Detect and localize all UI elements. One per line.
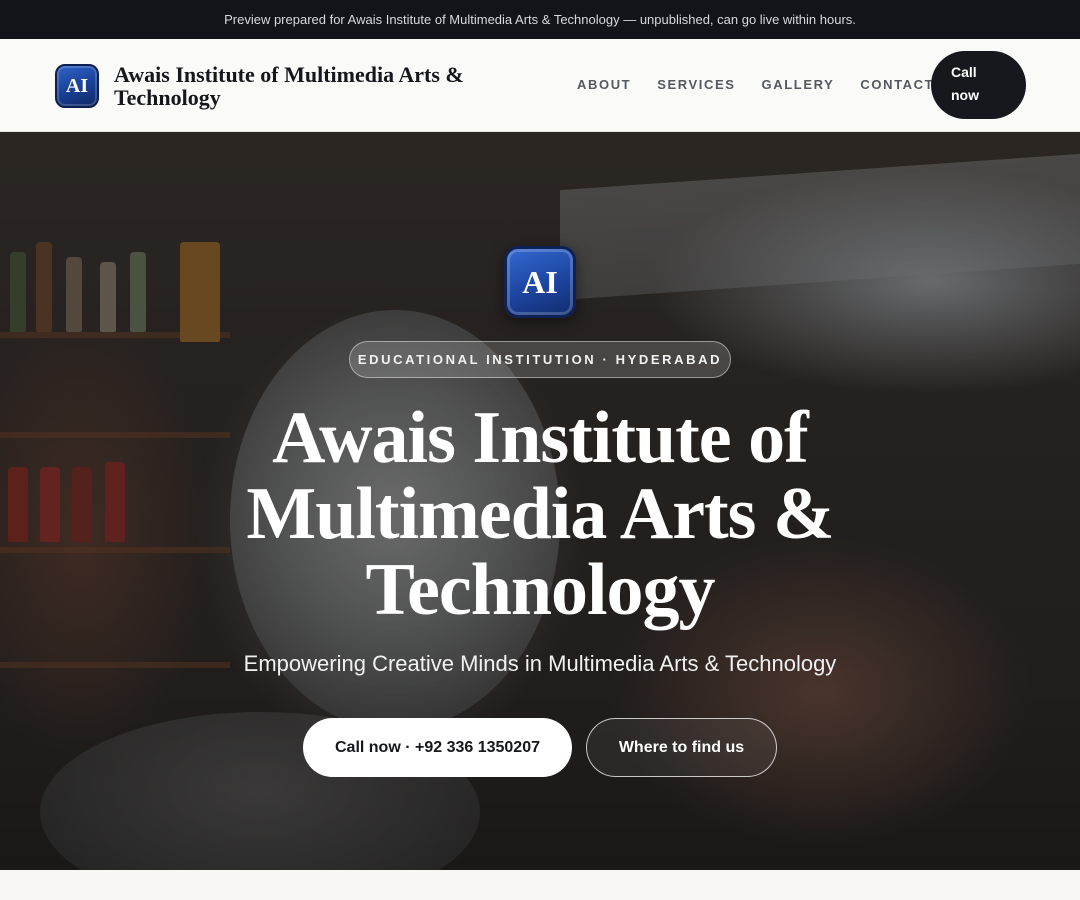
nav-link-services[interactable]: SERVICES <box>657 77 735 92</box>
next-section <box>0 870 1080 900</box>
nav-link-about[interactable]: ABOUT <box>577 77 631 92</box>
logo-icon: AI <box>55 64 99 108</box>
brand[interactable]: AI Awais Institute of Multimedia Arts & … <box>55 63 494 109</box>
preview-banner: Preview prepared for Awais Institute of … <box>0 0 1080 39</box>
hero-title: Awais Institute of Multimedia Arts & Tec… <box>246 397 834 631</box>
site-header: AI Awais Institute of Multimedia Arts & … <box>0 39 1080 132</box>
call-phone-button[interactable]: Call now · +92 336 1350207 <box>303 718 572 777</box>
hero-subtitle: Empowering Creative Minds in Multimedia … <box>243 651 837 676</box>
hero-section: AI EDUCATIONAL INSTITUTION · HYDERABAD A… <box>0 132 1080 870</box>
nav-link-contact[interactable]: CONTACT <box>860 77 934 92</box>
brand-name: Awais Institute of Multimedia Arts & Tec… <box>114 62 464 110</box>
hero-actions: Call now · +92 336 1350207 Where to find… <box>303 718 777 777</box>
nav-link-gallery[interactable]: GALLERY <box>762 77 835 92</box>
preview-banner-text: Preview prepared for Awais Institute of … <box>224 12 856 27</box>
find-us-button[interactable]: Where to find us <box>586 718 777 777</box>
call-now-button[interactable]: Call now <box>931 51 1026 119</box>
category-badge: EDUCATIONAL INSTITUTION · HYDERABAD <box>349 341 731 378</box>
hero-logo-icon: AI <box>504 246 576 318</box>
main-nav: ABOUT SERVICES GALLERY CONTACT <box>577 77 960 92</box>
